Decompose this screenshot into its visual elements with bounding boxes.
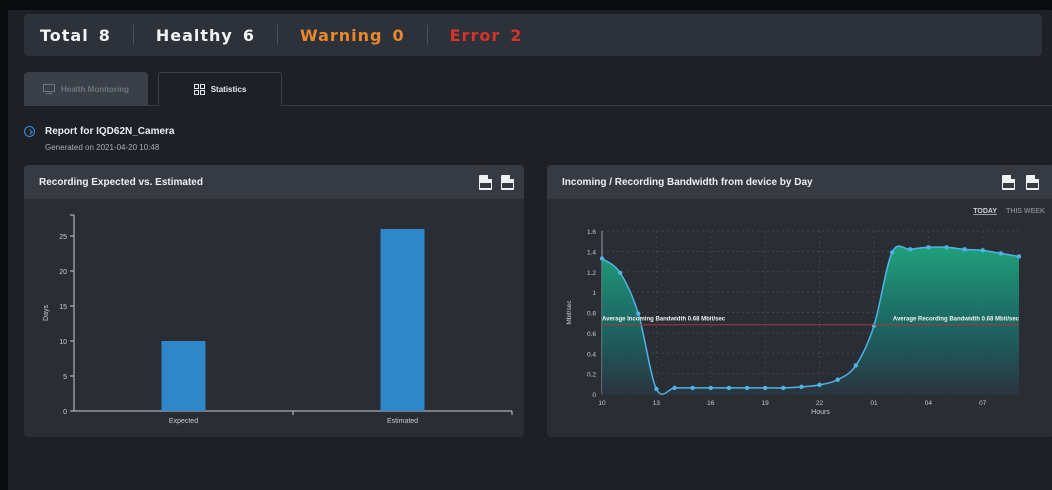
divider (426, 25, 428, 45)
y-tick-label: 0.8 (587, 311, 596, 318)
tab-statistics[interactable]: Statistics (158, 72, 282, 107)
data-point (744, 385, 750, 391)
divider (132, 25, 134, 45)
x-tick-label: 07 (979, 400, 987, 407)
report-title: Report for IQD62N_Camera (45, 126, 175, 137)
xls-export-icon[interactable] (1026, 175, 1039, 190)
xls-export-icon[interactable] (501, 175, 514, 190)
avg-incoming-label: Average Incoming Bandwidth 0.68 Mbit/sec (602, 317, 726, 323)
data-point (708, 385, 713, 391)
data-point (799, 384, 804, 390)
grid-icon (193, 84, 205, 95)
html-export-icon[interactable] (479, 175, 492, 190)
data-point (853, 363, 859, 368)
y-tick-label: 0.2 (587, 372, 596, 379)
x-tick-label: 19 (762, 400, 770, 407)
x-tick-label: 13 (653, 400, 661, 407)
total-count[interactable]: Total 8 (40, 26, 111, 45)
x-tick-label: Expected (169, 418, 198, 425)
x-tick-label: 10 (598, 400, 606, 407)
y-tick-label: 1.6 (587, 229, 596, 236)
tab-health-monitoring[interactable]: Health Monitoring (24, 72, 148, 106)
x-tick-label: Estimated (387, 418, 418, 425)
healthy-count[interactable]: Healthy 6 (156, 26, 255, 45)
bandwidth-panel: Incoming / Recording Bandwidth from devi… (547, 165, 1052, 437)
divider (277, 25, 278, 45)
panel-header: Incoming / Recording Bandwidth from devi… (547, 165, 1052, 199)
y-tick-label: 20 (59, 269, 67, 276)
data-point (908, 247, 913, 252)
data-point (980, 248, 985, 253)
data-point (926, 245, 931, 250)
data-point (998, 251, 1004, 256)
total-label: Total (40, 25, 89, 45)
data-point (690, 385, 695, 391)
tab-label: Statistics (210, 85, 247, 94)
monitor-icon (43, 84, 55, 94)
healthy-label: Healthy (155, 25, 233, 45)
data-point (599, 256, 605, 261)
data-point (1016, 254, 1022, 259)
chevron-circle-icon[interactable] (24, 126, 35, 137)
y-tick-label: 1 (592, 290, 596, 297)
top-band (8, 0, 1052, 10)
y-axis-label: Days (43, 305, 50, 321)
avg-recording-label: Average Recording Bandwidth 0.68 Mbit/se… (893, 317, 1020, 323)
data-point (672, 385, 677, 391)
html-export-icon[interactable] (1002, 175, 1015, 190)
report-generated: Generated on 2021-04-20 10:48 (45, 143, 160, 152)
data-point (962, 247, 967, 252)
x-tick-label: 04 (925, 400, 933, 407)
warning-count[interactable]: Warning 0 (300, 26, 405, 45)
y-tick-label: 1.4 (587, 249, 596, 256)
x-tick-label: 22 (816, 400, 824, 407)
bar (161, 341, 206, 411)
y-tick-label: 15 (59, 304, 67, 311)
y-axis-label: Mbit/sec (566, 300, 573, 325)
panel-title: Recording Expected vs. Estimated (39, 176, 203, 188)
warning-label: Warning (300, 25, 383, 45)
x-tick-label: 01 (870, 400, 878, 407)
status-summary-bar: Total 8 Healthy 6 Warning 0 Error 2 (24, 14, 1042, 56)
panel-title: Incoming / Recording Bandwidth from devi… (562, 176, 813, 188)
bar (380, 229, 425, 411)
panel-header: Recording Expected vs. Estimated (24, 165, 524, 199)
error-value: 2 (510, 25, 523, 45)
tab-label: Health Monitoring (61, 84, 129, 94)
data-point (835, 377, 840, 382)
data-point (617, 270, 623, 275)
data-point (781, 385, 786, 391)
y-tick-label: 0.6 (587, 331, 596, 338)
x-axis-label: Hours (811, 409, 830, 416)
healthy-value: 6 (242, 25, 255, 45)
data-point (726, 385, 732, 391)
bandwidth-chart: TODAY THIS WEEK 0 0.2 0.4 0.6 0.8 1 1.2 1.4 1.6 10 1… (566, 208, 1045, 416)
bar-chart: 0 5 10 15 20 25 Days Expected Estimated (43, 214, 513, 425)
y-tick-label: 0 (63, 409, 67, 416)
y-tick-label: 5 (63, 374, 67, 381)
data-point (636, 311, 641, 316)
error-count[interactable]: Error 2 (450, 26, 523, 45)
x-tick-label: 16 (707, 400, 715, 407)
y-tick-label: 10 (59, 339, 67, 346)
range-today-link: TODAY (973, 208, 997, 215)
data-point (889, 250, 895, 255)
range-week-link: THIS WEEK (1006, 208, 1045, 215)
y-tick-label: 0.4 (587, 351, 596, 358)
app-frame: Total 8 Healthy 6 Warning 0 Error 2 Heal… (8, 0, 1052, 490)
tab-strip: Health Monitoring Statistics (24, 72, 1052, 107)
data-point (817, 382, 822, 388)
total-value: 8 (98, 25, 111, 45)
y-tick-label: 25 (59, 234, 67, 241)
data-point (762, 385, 768, 391)
y-tick-label: 0 (592, 392, 596, 399)
error-label: Error (449, 25, 501, 45)
data-point (654, 386, 659, 392)
data-point (944, 245, 949, 250)
warning-value: 0 (392, 25, 405, 45)
y-tick-label: 1.2 (587, 270, 596, 277)
recording-panel: Recording Expected vs. Estimated 0 5 10 15 2… (24, 165, 524, 437)
data-point (871, 323, 877, 328)
